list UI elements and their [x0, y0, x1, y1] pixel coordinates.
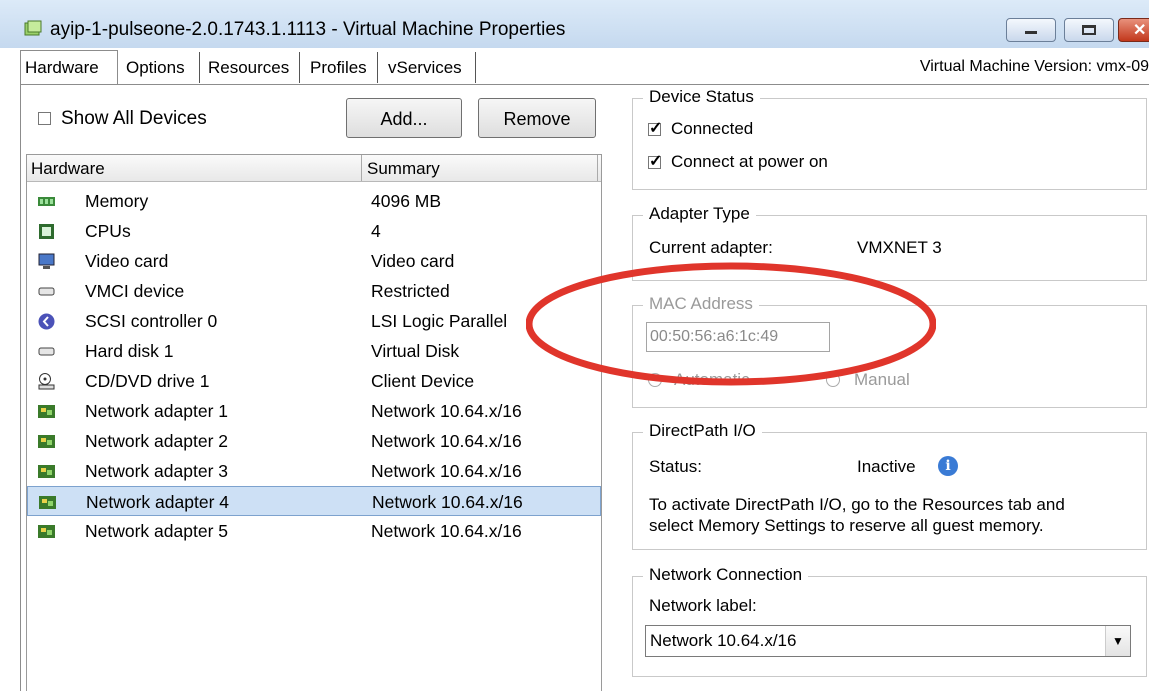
maximize-button[interactable]	[1064, 18, 1114, 42]
table-header: Hardware Summary	[27, 155, 601, 182]
checkbox-box[interactable]	[38, 112, 51, 126]
row-name: Network adapter 4	[86, 492, 229, 512]
row-summary: LSI Logic Parallel	[371, 311, 508, 331]
close-button[interactable]: ✕	[1118, 18, 1149, 42]
connect-at-power-on-label: Connect at power on	[671, 152, 828, 171]
vm-icon	[24, 20, 42, 36]
row-summary: Video card	[371, 251, 455, 271]
connected-checkbox[interactable]: Connected	[648, 118, 754, 139]
title-bar: ayip-1-pulseone-2.0.1743.1.1113 - Virtua…	[0, 0, 1149, 48]
memory-icon	[38, 197, 55, 206]
tab-vservices[interactable]: vServices	[384, 52, 476, 83]
row-name: SCSI controller 0	[85, 311, 218, 331]
row-name: Network adapter 5	[85, 521, 228, 541]
cpu-icon	[39, 224, 54, 239]
directpath-note-line1: To activate DirectPath I/O, go to the Re…	[649, 495, 1065, 514]
row-summary: Client Device	[371, 371, 475, 391]
current-adapter-value: VMXNET 3	[857, 238, 942, 257]
info-icon[interactable]: i	[938, 456, 958, 476]
table-row-selected[interactable]: Network adapter 4 Network 10.64.x/16	[27, 486, 601, 516]
network-icon	[38, 435, 55, 448]
row-name: CD/DVD drive 1	[85, 371, 210, 391]
tab-options[interactable]: Options	[122, 52, 200, 83]
network-label-select[interactable]: Network 10.64.x/16 ▼	[645, 625, 1131, 657]
column-header-hardware[interactable]: Hardware	[31, 159, 105, 179]
chevron-down-icon[interactable]: ▼	[1105, 626, 1130, 656]
scsi-icon	[38, 313, 55, 330]
connected-label: Connected	[671, 119, 754, 138]
row-summary: 4096 MB	[371, 191, 442, 211]
minimize-icon	[1025, 31, 1037, 34]
row-summary: Network 10.64.x/16	[371, 461, 522, 481]
network-connection-title: Network Connection	[643, 565, 809, 585]
show-all-devices-checkbox[interactable]: Show All Devices	[38, 108, 207, 130]
row-summary: 4	[371, 221, 381, 241]
device-status-title: Device Status	[643, 87, 760, 107]
tab-profiles[interactable]: Profiles	[306, 52, 378, 83]
column-header-summary[interactable]: Summary	[367, 159, 440, 179]
adapter-type-title: Adapter Type	[643, 204, 756, 224]
row-name: Network adapter 3	[85, 461, 228, 481]
row-name: Hard disk 1	[85, 341, 174, 361]
row-summary: Restricted	[371, 281, 450, 301]
network-label-caption: Network label:	[649, 596, 757, 615]
row-summary: Network 10.64.x/16	[371, 431, 522, 451]
row-summary: Virtual Disk	[371, 341, 460, 361]
add-button[interactable]: Add...	[346, 98, 462, 138]
network-label-value: Network 10.64.x/16	[650, 631, 797, 650]
cd-icon	[38, 373, 55, 390]
device-status-group: Device Status	[632, 87, 1147, 190]
panel-border	[20, 84, 21, 691]
directpath-status-value: Inactive	[857, 457, 916, 476]
remove-button[interactable]: Remove	[478, 98, 596, 138]
table-row[interactable]: Video card Video card	[27, 246, 601, 276]
window-title: ayip-1-pulseone-2.0.1743.1.1113 - Virtua…	[50, 19, 566, 40]
row-summary: Network 10.64.x/16	[371, 401, 522, 421]
disk-icon	[38, 347, 55, 356]
network-icon	[38, 465, 55, 478]
show-all-devices-label: Show All Devices	[61, 108, 207, 129]
column-separator[interactable]	[361, 155, 362, 181]
row-name: Network adapter 1	[85, 401, 228, 421]
table-row[interactable]: VMCI device Restricted	[27, 276, 601, 306]
table-row[interactable]: Network adapter 1 Network 10.64.x/16	[27, 396, 601, 426]
maximize-icon	[1082, 25, 1096, 35]
column-separator[interactable]	[597, 155, 598, 181]
row-name: Network adapter 2	[85, 431, 228, 451]
tab-resources[interactable]: Resources	[204, 52, 300, 83]
row-name: Memory	[85, 191, 149, 211]
network-icon	[38, 405, 55, 418]
close-icon: ✕	[1133, 22, 1147, 39]
row-name: CPUs	[85, 221, 131, 241]
table-row[interactable]: Network adapter 2 Network 10.64.x/16	[27, 426, 601, 456]
row-summary: Network 10.64.x/16	[372, 492, 523, 512]
minimize-button[interactable]	[1006, 18, 1056, 42]
connect-at-power-on-checkbox[interactable]: Connect at power on	[648, 151, 828, 172]
network-icon	[39, 496, 56, 509]
device-icon	[38, 287, 55, 296]
table-row[interactable]: SCSI controller 0 LSI Logic Parallel	[27, 306, 601, 336]
tab-hardware[interactable]: Hardware	[20, 50, 118, 85]
vm-version: Virtual Machine Version: vmx-09	[919, 58, 1149, 75]
check-icon[interactable]	[648, 118, 662, 138]
tab-divider	[20, 84, 1149, 85]
row-summary: Network 10.64.x/16	[371, 521, 522, 541]
row-name: Video card	[85, 251, 169, 271]
table-row[interactable]: Network adapter 5 Network 10.64.x/16	[27, 516, 601, 546]
table-row[interactable]: CD/DVD drive 1 Client Device	[27, 366, 601, 396]
hardware-table: Hardware Summary Memory 4096 MB CPUs 4 V…	[26, 154, 602, 691]
current-adapter-label: Current adapter:	[649, 238, 773, 257]
table-row[interactable]: Memory 4096 MB	[27, 186, 601, 216]
check-icon[interactable]	[648, 151, 662, 171]
table-row[interactable]: Network adapter 3 Network 10.64.x/16	[27, 456, 601, 486]
network-icon	[38, 525, 55, 538]
table-row[interactable]: CPUs 4	[27, 216, 601, 246]
row-name: VMCI device	[85, 281, 185, 301]
table-row[interactable]: Hard disk 1 Virtual Disk	[27, 336, 601, 366]
annotation-ellipse	[526, 262, 936, 386]
directpath-title: DirectPath I/O	[643, 421, 762, 441]
directpath-note-line2: select Memory Settings to reserve all gu…	[649, 516, 1044, 535]
directpath-status-label: Status:	[649, 457, 702, 476]
monitor-icon	[38, 253, 55, 269]
